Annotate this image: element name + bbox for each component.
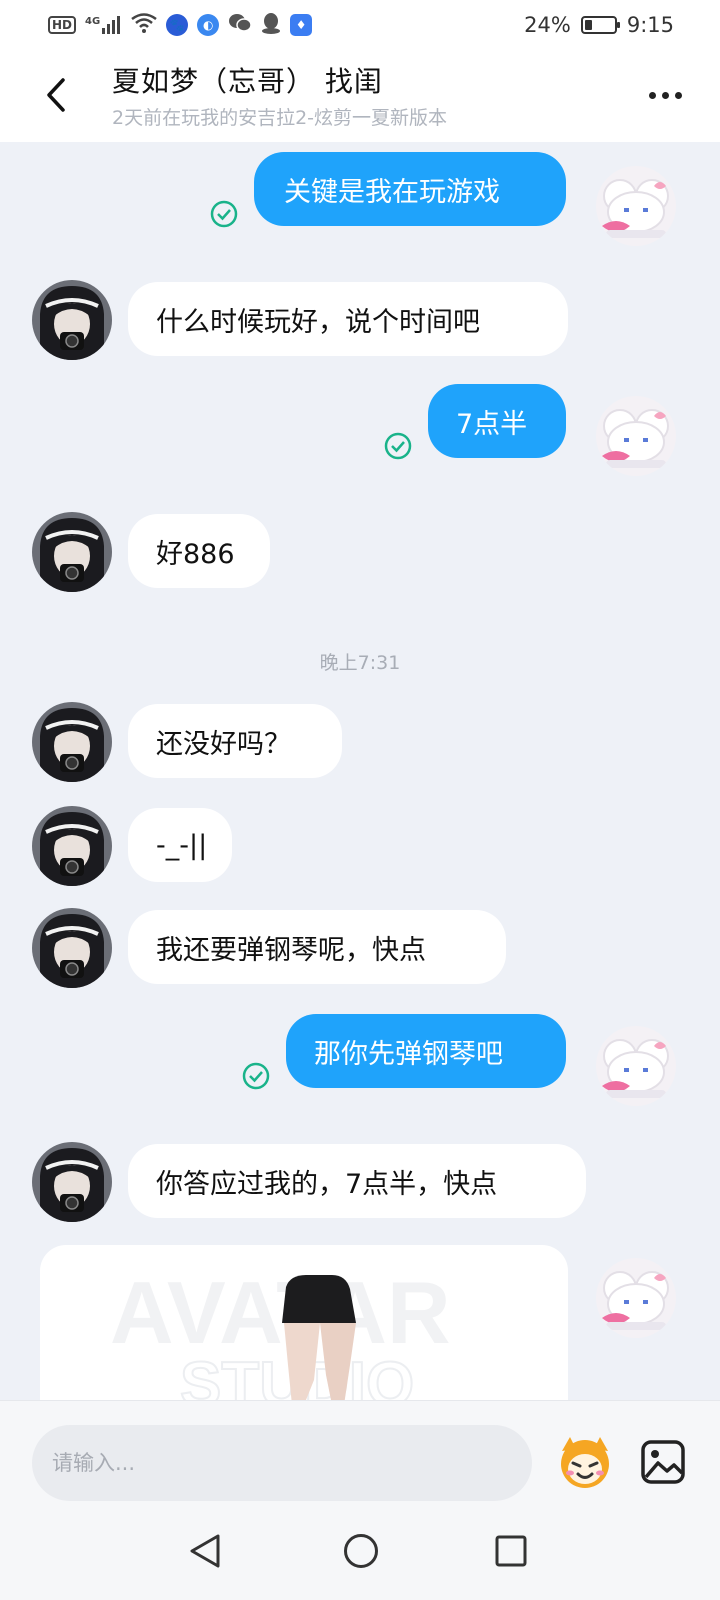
timestamp: 晚上7:31 [319,652,401,674]
outgoing-message[interactable]: 关键是我在玩游戏 [254,152,566,226]
nav-back-button[interactable] [180,1526,230,1576]
contact-avatar[interactable] [32,908,112,988]
browser-icon: ◐ [197,14,220,36]
read-check-icon [384,432,412,460]
clock: 9:15 [626,13,674,37]
circle-home-icon [344,1534,378,1568]
svg-text:AVATAR: AVATAR [110,1263,451,1362]
contact-avatar[interactable] [32,702,112,782]
nav-home-button[interactable] [336,1526,386,1576]
my-avatar[interactable] [596,166,676,246]
qq-icon [261,12,281,38]
my-avatar[interactable] [596,1258,676,1338]
read-check-icon [242,1062,270,1090]
back-button[interactable] [38,72,74,118]
chat-title: 夏如梦（忘哥） 找闺 [112,65,383,98]
message-input[interactable] [32,1425,532,1501]
incoming-message[interactable]: 好886 [128,514,270,588]
contact-avatar[interactable] [32,806,112,886]
signal-icon: 4G [85,16,122,34]
read-check-icon [210,200,238,228]
emoji-button[interactable] [556,1433,614,1491]
status-bar: HD 4G 🐾 ◐ ♦ 24% 9:15 [0,0,720,50]
contact-avatar[interactable] [32,1142,112,1222]
baidu-icon: 🐾 [166,14,189,36]
my-avatar[interactable] [596,396,676,476]
nav-recents-button[interactable] [486,1526,536,1576]
incoming-message[interactable]: -_-|| [128,808,232,882]
outgoing-message[interactable]: 那你先弹钢琴吧 [286,1014,566,1088]
incoming-message[interactable]: 什么时候玩好，说个时间吧 [128,282,568,356]
more-button[interactable] [640,80,690,110]
image-icon [641,1440,685,1484]
incoming-message[interactable]: 你答应过我的，7点半，快点 [128,1144,586,1218]
chat-subtitle: 2天前在玩我的安吉拉2-炫剪一夏新版本 [112,107,448,129]
gallery-button[interactable] [640,1439,686,1485]
wechat-icon [228,12,252,38]
outgoing-message[interactable]: 7点半 [428,384,566,458]
mascot-emoji-icon [561,1437,609,1488]
hd-indicator: HD [48,16,77,34]
my-avatar[interactable] [596,1026,676,1106]
sticker-image: AVATAR STUDIO [110,1263,451,1405]
chat-header: 夏如梦（忘哥） 找闺 2天前在玩我的安吉拉2-炫剪一夏新版本 [0,50,720,142]
battery-icon [580,16,620,34]
incoming-message[interactable]: 我还要弹钢琴呢，快点 [128,910,506,984]
contact-avatar[interactable] [32,280,112,360]
image-message[interactable]: AVATAR STUDIO [40,1245,568,1405]
contact-avatar[interactable] [32,512,112,592]
triangle-back-icon [190,1534,220,1568]
wifi-icon [131,13,157,37]
incoming-message[interactable]: 还没好吗？ [128,704,342,778]
more-dots-icon [648,91,656,99]
back-arrow-icon [47,78,65,112]
battery-percent: 24% [524,13,571,37]
square-recents-icon [495,1535,527,1567]
shield-app-icon: ♦ [290,14,313,36]
input-bar [0,1400,720,1502]
system-nav-bar [0,1502,720,1600]
